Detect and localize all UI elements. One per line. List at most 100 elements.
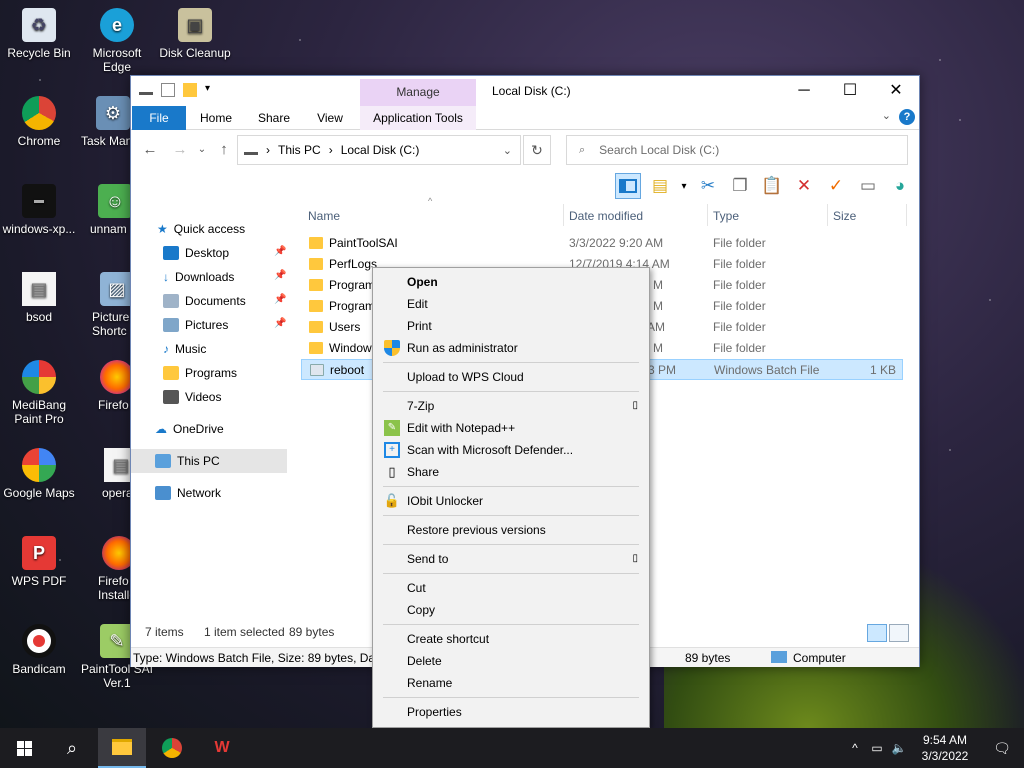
address-dropdown-icon[interactable]: ⌄ — [503, 144, 512, 157]
preview-pane-icon[interactable] — [615, 173, 641, 199]
column-divider[interactable] — [827, 204, 828, 226]
shell-icon[interactable]: ◕ — [887, 173, 913, 199]
taskbar-chrome[interactable] — [148, 728, 196, 768]
column-size[interactable]: Size — [833, 206, 856, 226]
up-button[interactable]: ↑ — [213, 139, 235, 161]
menu-item-print[interactable]: Print — [373, 315, 649, 337]
nav-documents[interactable]: Documents — [163, 290, 246, 312]
desktop-icon-medibang[interactable]: MediBang Paint Pro — [0, 360, 78, 426]
tab-application-tools[interactable]: Application Tools — [360, 106, 476, 130]
nav-downloads[interactable]: ↓ Downloads — [163, 266, 234, 288]
desktop-icon-recycle-bin[interactable]: ♻ Recycle Bin — [0, 8, 78, 60]
menu-item-edit[interactable]: Edit — [373, 293, 649, 315]
menu-item-send-to[interactable]: Send to ▯ — [373, 548, 649, 570]
menu-item-delete[interactable]: Delete — [373, 650, 649, 672]
desktop-icon-unnamed[interactable]: ☺ unnam — [78, 184, 130, 236]
title-bar[interactable]: ▾ Manage Local Disk (C:) ─ ☐ ✕ — [131, 76, 919, 106]
desktop-icon-bandicam[interactable]: Bandicam — [0, 624, 78, 676]
desktop-icon-disk-cleanup[interactable]: ▣ Disk Cleanup — [156, 8, 234, 60]
taskbar-wps[interactable]: W — [198, 728, 246, 768]
help-icon[interactable]: ? — [899, 109, 915, 125]
column-name[interactable]: Name — [308, 206, 340, 226]
back-button[interactable]: ← — [139, 139, 161, 161]
new-item-icon[interactable]: ▤ — [647, 173, 673, 199]
cut-icon[interactable]: ✂ — [695, 173, 721, 199]
volume-icon[interactable]: 🔈 — [888, 741, 910, 755]
maximize-button[interactable]: ☐ — [827, 76, 873, 106]
customize-qat-icon[interactable]: ▾ — [205, 83, 210, 97]
desktop-icon-picture-shortcut[interactable]: ▨ Picture Shortc — [78, 272, 130, 338]
menu-item-defender[interactable]: + Scan with Microsoft Defender... — [373, 439, 649, 461]
properties-icon[interactable] — [161, 83, 175, 97]
minimize-button[interactable]: ─ — [781, 76, 827, 106]
notification-icon[interactable]: 🗨 — [980, 740, 1024, 757]
desktop-icon-google-maps[interactable]: Google Maps — [0, 448, 78, 500]
start-button[interactable] — [0, 728, 48, 768]
menu-item-share[interactable]: ▯ Share — [373, 461, 649, 483]
checkmark-icon[interactable]: ✓ — [823, 173, 849, 199]
desktop-icon-bsod[interactable]: ▤ bsod — [0, 272, 78, 324]
chevron-up-icon[interactable]: ^ — [844, 741, 866, 755]
forward-button[interactable]: → — [169, 139, 191, 161]
new-folder-icon[interactable] — [183, 83, 197, 97]
table-row[interactable]: PaintToolSAI 3/3/2022 9:20 AM File folde… — [301, 233, 903, 254]
manage-tab[interactable]: Manage — [360, 79, 476, 106]
nav-this-pc[interactable]: This PC — [155, 450, 220, 472]
details-view-button[interactable] — [867, 624, 887, 642]
menu-item-restore[interactable]: Restore previous versions — [373, 519, 649, 541]
breadcrumb-local-disk[interactable]: Local Disk (C:) — [341, 143, 420, 157]
dropdown-icon[interactable]: ▾ — [679, 173, 689, 199]
menu-item-wps-cloud[interactable]: Upload to WPS Cloud — [373, 366, 649, 388]
desktop-icon-windows-xp[interactable]: ▬ windows-xp... — [0, 184, 78, 236]
menu-item-rename[interactable]: Rename — [373, 672, 649, 694]
address-bar[interactable]: › This PC › Local Disk (C:) ⌄ — [237, 135, 521, 165]
network-icon[interactable]: ▭ — [866, 741, 888, 755]
recent-locations-button[interactable]: ⌄ — [191, 139, 213, 161]
desktop-icon-firefox[interactable]: Firefo — [78, 360, 130, 412]
nav-quick-access[interactable]: ★ Quick access — [157, 218, 245, 240]
taskbar-file-explorer[interactable] — [98, 728, 146, 768]
search-box[interactable]: ⌕ Search Local Disk (C:) — [566, 135, 908, 165]
search-button[interactable]: ⌕ — [48, 728, 96, 768]
breadcrumb-this-pc[interactable]: This PC — [278, 143, 321, 157]
menu-item-open[interactable]: Open — [373, 271, 649, 293]
desktop-icon-edge[interactable]: e Microsoft Edge — [78, 8, 156, 74]
tab-view[interactable]: View — [307, 106, 353, 130]
nav-pictures[interactable]: Pictures — [163, 314, 228, 336]
menu-item-run-as-admin[interactable]: Run as administrator — [373, 337, 649, 359]
menu-item-properties[interactable]: Properties — [373, 701, 649, 723]
nav-network[interactable]: Network — [155, 482, 221, 504]
clock[interactable]: 9:54 AM 3/3/2022 — [910, 732, 980, 764]
copy-icon[interactable]: ❐ — [727, 173, 753, 199]
tab-home[interactable]: Home — [191, 106, 241, 130]
menu-item-cut[interactable]: Cut — [373, 577, 649, 599]
close-button[interactable]: ✕ — [873, 76, 919, 106]
refresh-button[interactable]: ↻ — [523, 135, 551, 165]
desktop-icon-task-manager[interactable]: ⚙ Task Man — [78, 96, 130, 148]
desktop-icon-wps-pdf[interactable]: P WPS PDF — [0, 536, 78, 588]
menu-item-notepadpp[interactable]: ✎ Edit with Notepad++ — [373, 417, 649, 439]
desktop-icon-opera[interactable]: ▤ opera — [78, 448, 130, 500]
tab-file[interactable]: File — [132, 106, 186, 130]
paste-icon[interactable]: 📋 — [759, 173, 785, 199]
tab-share[interactable]: Share — [249, 106, 299, 130]
delete-icon[interactable]: ✕ — [791, 173, 817, 199]
menu-item-create-shortcut[interactable]: Create shortcut — [373, 628, 649, 650]
menu-item-copy[interactable]: Copy — [373, 599, 649, 621]
search-input[interactable]: Search Local Disk (C:) — [599, 143, 719, 157]
column-type[interactable]: Type — [713, 206, 739, 226]
column-divider[interactable] — [707, 204, 708, 226]
column-divider[interactable] — [563, 204, 564, 226]
desktop-icon-chrome[interactable]: Chrome — [0, 96, 78, 148]
large-icons-view-button[interactable] — [889, 624, 909, 642]
desktop-icon-firefox-installer[interactable]: Firefo Installe — [78, 536, 130, 602]
nav-programs[interactable]: Programs — [163, 362, 237, 384]
menu-item-7zip[interactable]: 7-Zip ▯ — [373, 395, 649, 417]
nav-desktop[interactable]: Desktop — [163, 242, 229, 264]
column-divider[interactable] — [906, 204, 907, 226]
menu-item-iobit[interactable]: 🔓 IObit Unlocker — [373, 490, 649, 512]
rename-icon[interactable]: ▭ — [855, 173, 881, 199]
nav-onedrive[interactable]: ☁ OneDrive — [155, 418, 224, 440]
nav-music[interactable]: ♪ Music — [163, 338, 206, 360]
chevron-down-icon[interactable]: ⌄ — [882, 109, 891, 122]
